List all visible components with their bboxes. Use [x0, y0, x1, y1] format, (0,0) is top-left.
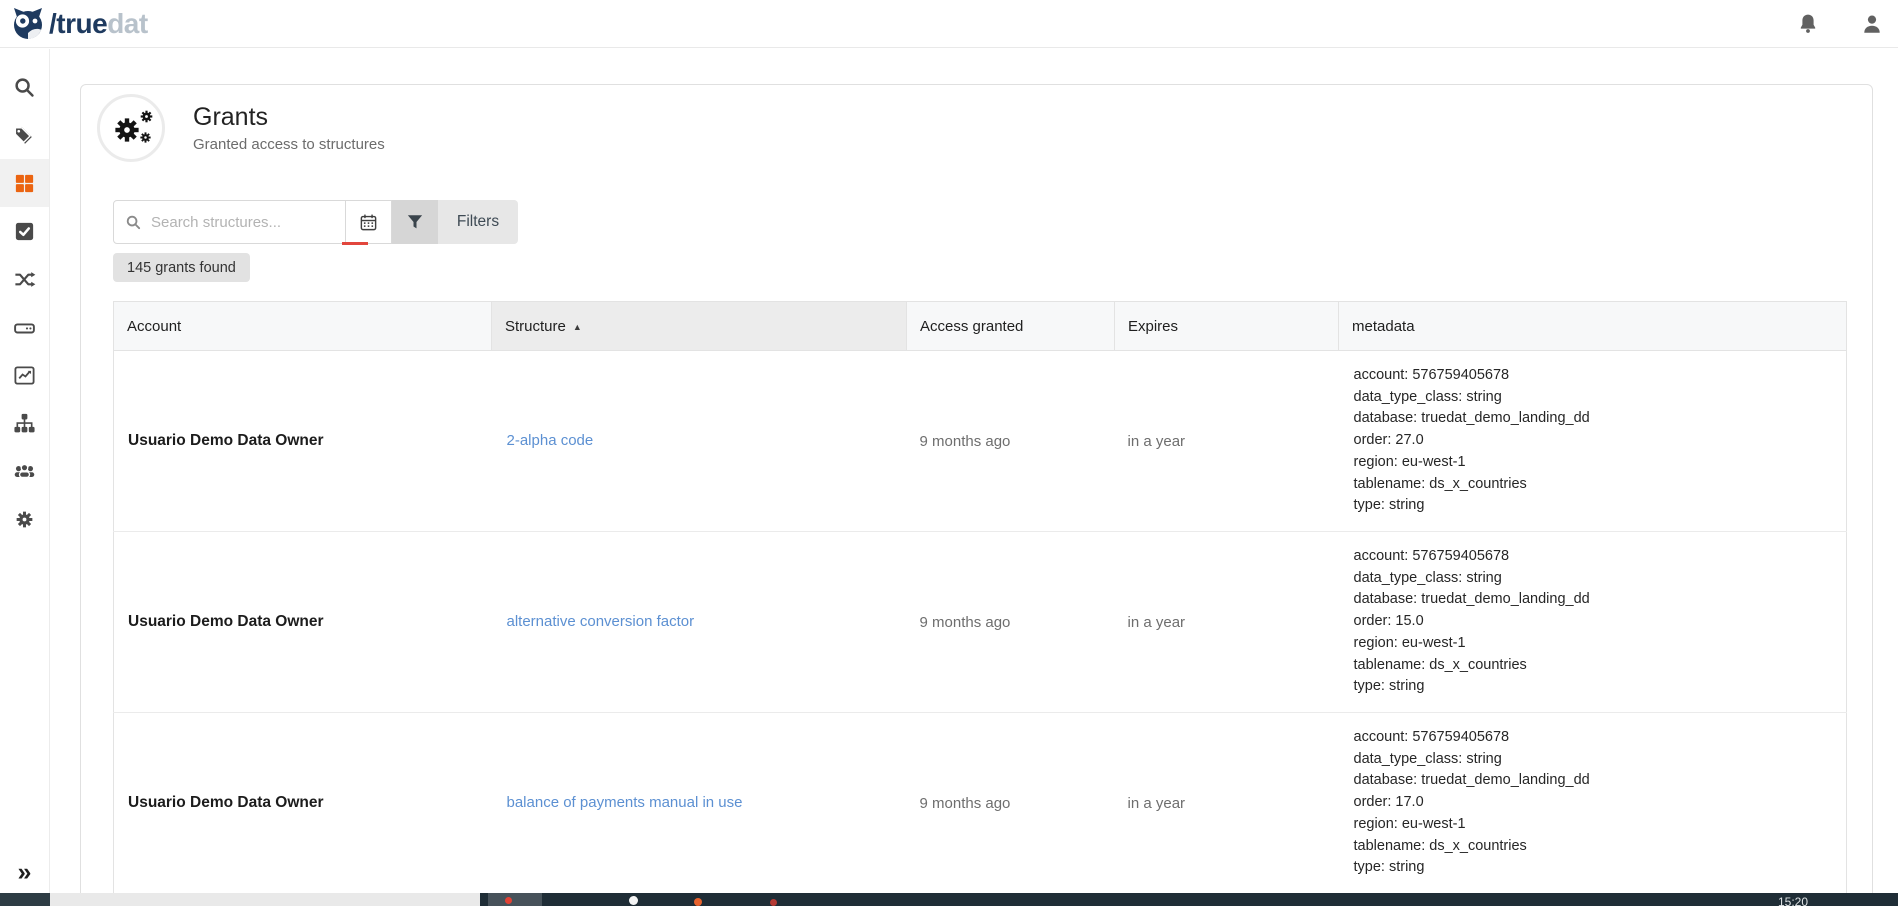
search-toolbar: Filters: [113, 200, 518, 244]
user-account-icon[interactable]: [1860, 12, 1884, 36]
structure-link[interactable]: 2-alpha code: [492, 432, 594, 449]
calendar-icon: [359, 213, 378, 232]
taskbar-left-segment: [0, 893, 50, 906]
taskbar-active-app-button[interactable]: [488, 893, 542, 906]
account-cell: Usuario Demo Data Owner: [114, 532, 492, 713]
filters-label[interactable]: Filters: [438, 200, 518, 244]
search-input[interactable]: [151, 214, 311, 231]
sidebar-item-users[interactable]: [0, 447, 49, 495]
taskbar-app-icon[interactable]: [629, 896, 638, 905]
grants-header: Grants Granted access to structures: [97, 94, 385, 162]
chart-icon: [13, 364, 36, 387]
sidebar-item-settings[interactable]: [0, 495, 49, 543]
checkbox-icon: [13, 220, 36, 243]
structure-link[interactable]: alternative conversion factor: [492, 613, 695, 630]
app-red-dot-icon: [505, 897, 512, 904]
account-cell: Usuario Demo Data Owner: [114, 351, 492, 532]
sidebar-item-search[interactable]: [0, 63, 49, 111]
search-box: [113, 200, 392, 244]
drive-icon: [13, 316, 36, 339]
metadata-cell: account: 576759405678 data_type_class: s…: [1339, 713, 1847, 894]
expires-cell: in a year: [1115, 532, 1339, 713]
grants-card: Grants Granted access to structures: [80, 84, 1873, 906]
metadata-cell: account: 576759405678 data_type_class: s…: [1339, 532, 1847, 713]
account-cell: Usuario Demo Data Owner: [114, 713, 492, 894]
owl-logo-icon: [10, 6, 46, 42]
grants-gears-icon: [97, 94, 165, 162]
truedat-logo[interactable]: /truedat: [0, 6, 148, 42]
results-count-badge: 145 grants found: [113, 253, 250, 282]
taskbar-app-icon[interactable]: [694, 898, 702, 906]
metadata-cell: account: 576759405678 data_type_class: s…: [1339, 351, 1847, 532]
sort-asc-icon: ▲: [573, 322, 582, 332]
search-icon: [13, 76, 36, 99]
funnel-icon: [406, 213, 424, 231]
access-granted-cell: 9 months ago: [907, 713, 1115, 894]
shuffle-icon: [13, 268, 36, 291]
logo-text: /truedat: [49, 10, 148, 38]
grants-table: Account Structure▲ Access granted Expire…: [113, 301, 1847, 894]
column-header-account[interactable]: Account: [114, 302, 492, 351]
tags-icon: [13, 124, 36, 147]
users-icon: [13, 460, 36, 483]
sidebar: »: [0, 49, 50, 893]
taskbar-clock: 15:20: [1778, 895, 1808, 906]
structure-link[interactable]: balance of payments manual in use: [492, 794, 743, 811]
sidebar-item-chart[interactable]: [0, 351, 49, 399]
column-header-metadata[interactable]: metadata: [1339, 302, 1847, 351]
sidebar-item-shuffle[interactable]: [0, 255, 49, 303]
sidebar-item-tasks[interactable]: [0, 207, 49, 255]
column-header-structure[interactable]: Structure▲: [492, 302, 907, 351]
sidebar-expand-chevrons-icon[interactable]: »: [0, 859, 49, 885]
search-active-indicator: [342, 242, 368, 245]
taskbar-app-icon[interactable]: [770, 899, 777, 906]
sitemap-icon: [13, 412, 36, 435]
filter-button[interactable]: [392, 200, 438, 244]
table-row: Usuario Demo Data Owner balance of payme…: [114, 713, 1847, 894]
top-header: /truedat: [0, 0, 1898, 48]
sidebar-item-drive[interactable]: [0, 303, 49, 351]
sidebar-item-grid[interactable]: [0, 159, 49, 207]
expires-cell: in a year: [1115, 713, 1339, 894]
sidebar-item-sitemap[interactable]: [0, 399, 49, 447]
expires-cell: in a year: [1115, 351, 1339, 532]
notifications-bell-icon[interactable]: [1796, 12, 1820, 36]
taskbar-window-strip: [50, 893, 480, 906]
sidebar-item-tags[interactable]: [0, 111, 49, 159]
calendar-button[interactable]: [345, 200, 391, 244]
access-granted-cell: 9 months ago: [907, 532, 1115, 713]
table-row: Usuario Demo Data Owner alternative conv…: [114, 532, 1847, 713]
column-header-access-granted[interactable]: Access granted: [907, 302, 1115, 351]
page-title: Grants: [193, 103, 385, 132]
grants-table-body: Usuario Demo Data Owner 2-alpha code 9 m…: [114, 351, 1847, 894]
access-granted-cell: 9 months ago: [907, 351, 1115, 532]
sidebar-nav: [0, 49, 49, 543]
table-header-row: Account Structure▲ Access granted Expire…: [114, 302, 1847, 351]
column-header-expires[interactable]: Expires: [1115, 302, 1339, 351]
grid-icon: [13, 172, 36, 195]
search-icon: [125, 214, 142, 231]
os-taskbar: 15:20: [0, 893, 1898, 906]
table-row: Usuario Demo Data Owner 2-alpha code 9 m…: [114, 351, 1847, 532]
gear-icon: [13, 508, 36, 531]
page-subtitle: Granted access to structures: [193, 136, 385, 153]
